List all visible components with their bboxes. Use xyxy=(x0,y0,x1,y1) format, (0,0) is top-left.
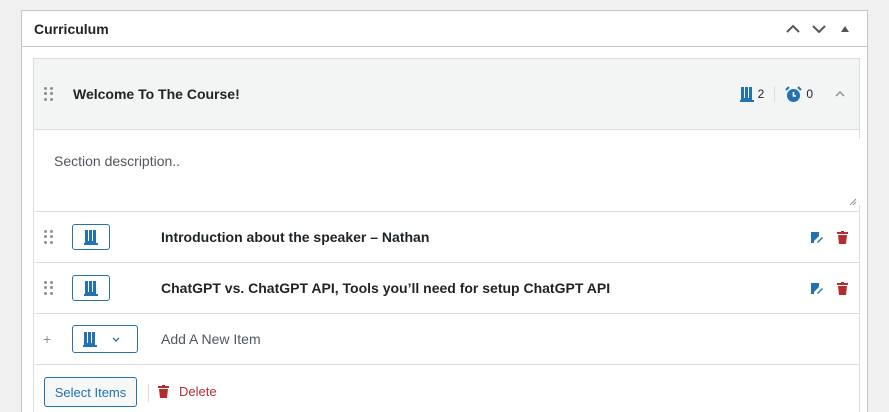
move-down-button[interactable] xyxy=(809,19,829,39)
delete-section-button[interactable]: Delete xyxy=(158,384,217,399)
resize-grip-icon[interactable] xyxy=(849,198,857,206)
section-header: Welcome To The Course! 2 0 xyxy=(34,59,859,130)
section-description-wrap xyxy=(34,130,860,212)
alarm-clock-icon xyxy=(785,85,803,102)
edit-icon xyxy=(810,282,823,294)
drag-handle-icon[interactable] xyxy=(44,230,54,244)
count-divider xyxy=(774,86,776,102)
section-footer: Select Items Delete xyxy=(34,365,859,412)
lesson-count: 2 xyxy=(739,86,765,102)
list-item: Introduction about the speaker – Nathan xyxy=(34,212,859,263)
section-title[interactable]: Welcome To The Course! xyxy=(73,86,240,102)
book-icon xyxy=(83,332,97,347)
triangle-up-icon xyxy=(841,25,849,32)
chevron-up-icon xyxy=(786,24,800,33)
delete-item-button[interactable] xyxy=(835,230,849,244)
curriculum-section: Welcome To The Course! 2 0 Section descr… xyxy=(33,58,860,412)
edit-icon xyxy=(810,231,823,243)
list-item: ChatGPT vs. ChatGPT API, Tools you’ll ne… xyxy=(34,263,859,314)
item-type-select[interactable] xyxy=(72,325,138,353)
lesson-count-value: 2 xyxy=(757,87,765,101)
book-icon xyxy=(739,87,754,102)
plus-icon: + xyxy=(43,331,52,347)
delete-label: Delete xyxy=(179,384,217,399)
add-new-item-row: + xyxy=(34,314,859,365)
drag-handle-icon[interactable] xyxy=(44,87,54,101)
trash-icon xyxy=(836,230,848,244)
curriculum-postbox: Curriculum Welcome To The Course! 2 0 Se… xyxy=(21,10,868,412)
section-counts: 2 0 xyxy=(739,85,813,103)
new-item-title-input[interactable] xyxy=(152,324,452,354)
item-title[interactable]: ChatGPT vs. ChatGPT API, Tools you’ll ne… xyxy=(161,280,610,296)
quiz-count-value: 0 xyxy=(806,87,813,101)
chevron-down-icon xyxy=(112,337,120,342)
chevron-down-icon xyxy=(812,24,826,33)
postbox-handle-actions xyxy=(783,19,855,39)
item-title[interactable]: Introduction about the speaker – Nathan xyxy=(161,229,429,245)
item-type-button[interactable] xyxy=(72,224,110,250)
item-actions xyxy=(809,281,849,295)
edit-button[interactable] xyxy=(809,281,823,295)
move-up-button[interactable] xyxy=(783,19,803,39)
book-icon xyxy=(84,281,98,296)
book-icon xyxy=(84,230,98,245)
trash-icon xyxy=(158,385,169,398)
edit-button[interactable] xyxy=(809,230,823,244)
delete-item-button[interactable] xyxy=(835,281,849,295)
chevron-up-icon xyxy=(835,91,845,97)
section-collapse-button[interactable] xyxy=(833,87,847,101)
item-type-button[interactable] xyxy=(72,275,110,301)
drag-handle-icon[interactable] xyxy=(44,281,54,295)
section-description-field[interactable] xyxy=(43,139,860,205)
postbox-header: Curriculum xyxy=(22,11,867,47)
trash-icon xyxy=(836,281,848,295)
toggle-panel-button[interactable] xyxy=(835,19,855,39)
item-actions xyxy=(809,230,849,244)
quiz-count: 0 xyxy=(785,85,813,103)
footer-divider xyxy=(148,384,149,402)
postbox-title: Curriculum xyxy=(34,20,109,37)
select-items-button[interactable]: Select Items xyxy=(44,377,137,407)
